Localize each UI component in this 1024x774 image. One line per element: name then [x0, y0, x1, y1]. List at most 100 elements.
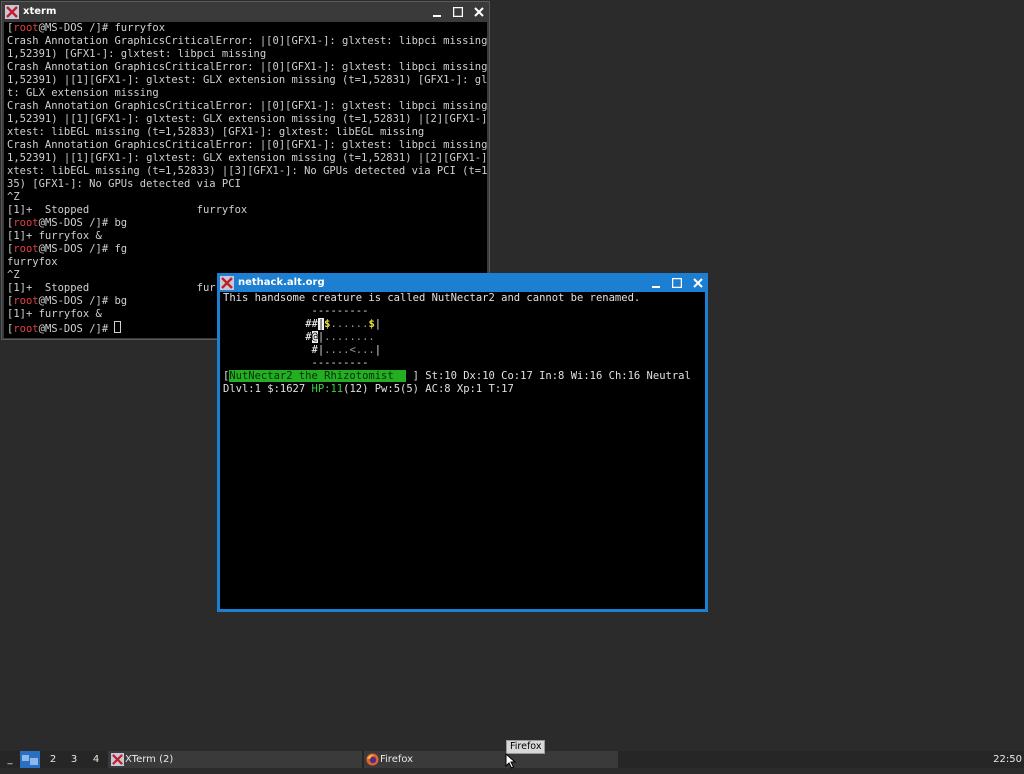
text-segment — [223, 331, 305, 343]
window-title: xterm — [23, 6, 57, 17]
text-segment: root — [13, 22, 39, 34]
firefox-icon — [366, 753, 379, 766]
text-segment: # — [305, 331, 312, 343]
terminal-line: [NutNectar2 the Rhizotomist ] St:10 Dx:1… — [223, 370, 705, 383]
terminal-line: --------- — [223, 357, 705, 370]
maximize-icon — [671, 277, 682, 288]
nethack-game-screen[interactable]: This handsome creature is called NutNect… — [220, 292, 705, 609]
xterm-titlebar[interactable]: xterm — [2, 2, 489, 21]
terminal-line: [1]+ Stopped furryfox — [7, 204, 487, 217]
x-logo-icon — [111, 753, 124, 766]
text-segment — [223, 344, 312, 356]
text-segment: root — [13, 323, 39, 335]
text-segment: 1,52391) |[1][GFX1-]: glxtest: GLX exten… — [7, 74, 487, 86]
terminal-line: Crash Annotation GraphicsCriticalError: … — [7, 100, 487, 113]
text-segment: (12) Pw:5(5) AC:8 Xp:1 T:17 — [343, 383, 514, 395]
terminal-line: xtest: libEGL missing (t=1,52833) [GFX1-… — [7, 126, 487, 139]
terminal-line: [root@MS-DOS /]# fg — [7, 243, 487, 256]
terminal-line: --------- — [223, 305, 705, 318]
text-segment — [223, 318, 305, 330]
text-segment: Crash Annotation GraphicsCriticalError: … — [7, 35, 487, 47]
text-segment: Dlvl:1 $:1627 — [223, 383, 312, 395]
nethack-window[interactable]: nethack.alt.org This handsome creature i… — [217, 273, 708, 612]
minimize-icon — [651, 285, 660, 288]
text-segment: @MS-DOS /]# bg — [38, 295, 128, 307]
nethack-titlebar[interactable]: nethack.alt.org — [217, 273, 708, 292]
text-segment: root — [13, 217, 39, 229]
terminal-line: Crash Annotation GraphicsCriticalError: … — [7, 139, 487, 152]
text-segment: t: GLX extension missing — [7, 87, 159, 99]
clock[interactable]: 22:50 — [986, 751, 1022, 768]
minimize-button[interactable] — [426, 3, 447, 20]
terminal-line: ^Z — [7, 191, 487, 204]
task-xterm[interactable]: XTerm (2) — [108, 751, 362, 768]
text-cursor — [114, 321, 122, 333]
text-segment: --------- — [223, 357, 369, 369]
terminal-line: t: GLX extension missing — [7, 87, 487, 100]
terminal-line: #@|........ — [223, 331, 705, 344]
minimize-button[interactable] — [645, 274, 666, 291]
x-logo-icon — [220, 275, 234, 290]
task-label: Firefox — [380, 754, 414, 765]
terminal-line: 1,52391) |[1][GFX1-]: glxtest: GLX exten… — [7, 74, 487, 87]
x-logo-icon — [5, 4, 19, 19]
terminal-line: [1]+ furryfox & — [7, 230, 487, 243]
window-title: nethack.alt.org — [238, 277, 325, 288]
text-segment: [1]+ Stopped furryfox — [7, 204, 248, 216]
close-button[interactable] — [687, 274, 708, 291]
minimize-icon — [432, 14, 441, 17]
text-segment: Crash Annotation GraphicsCriticalError: … — [7, 100, 487, 112]
text-segment: HP:11 — [311, 383, 344, 395]
text-segment: @MS-DOS /]# bg — [38, 217, 128, 229]
text-segment: furryfox — [7, 256, 58, 268]
terminal-line: Crash Annotation GraphicsCriticalError: … — [7, 35, 487, 48]
text-segment: ....<... — [324, 344, 375, 356]
terminal-line: 1,52391) |[1][GFX1-]: glxtest: GLX exten… — [7, 152, 487, 165]
workspace-1-button[interactable] — [20, 751, 40, 768]
menu-button[interactable]: _ — [3, 751, 17, 768]
text-segment: 1,52391) [GFX1-]: glxtest: libpci missin… — [7, 48, 267, 60]
text-segment: --------- — [223, 305, 369, 317]
terminal-line: furryfox — [7, 256, 487, 269]
workspace-pager-icon — [22, 755, 38, 765]
workspace-4-button[interactable]: 4 — [86, 751, 106, 768]
terminal-line: 1,52391) |[1][GFX1-]: glxtest: GLX exten… — [7, 113, 487, 126]
text-segment: xtest: libEGL missing (t=1,52833) |[3][G… — [7, 165, 487, 177]
text-segment: Crash Annotation GraphicsCriticalError: … — [7, 61, 487, 73]
terminal-line: xtest: libEGL missing (t=1,52833) |[3][G… — [7, 165, 487, 178]
text-segment: [1]+ furryfox & — [7, 308, 102, 320]
text-segment: 1,52391) |[1][GFX1-]: glxtest: GLX exten… — [7, 113, 487, 125]
maximize-button[interactable] — [666, 274, 687, 291]
text-segment: NutNectar2 the Rhizotomist — [229, 370, 407, 382]
text-segment: ........ — [324, 331, 375, 343]
text-segment: ...... — [330, 318, 369, 330]
text-segment: root — [13, 243, 39, 255]
mouse-pointer-icon — [505, 753, 517, 769]
text-segment: ^Z — [7, 269, 20, 281]
text-segment: @MS-DOS /]# fg — [38, 243, 128, 255]
close-icon — [473, 6, 484, 17]
text-segment: Crash Annotation GraphicsCriticalError: … — [7, 139, 487, 151]
terminal-line: ##|$......$| — [223, 318, 705, 331]
text-segment: | — [374, 318, 382, 330]
close-button[interactable] — [468, 3, 489, 20]
close-icon — [692, 277, 703, 288]
text-segment: @MS-DOS /]# furryfox — [38, 22, 166, 34]
text-segment: | — [374, 344, 382, 356]
terminal-line: Dlvl:1 $:1627 HP:11(12) Pw:5(5) AC:8 Xp:… — [223, 383, 705, 396]
text-segment: 1,52391) |[1][GFX1-]: glxtest: GLX exten… — [7, 152, 487, 164]
text-segment: This handsome creature is called NutNect… — [223, 292, 641, 304]
text-segment: ## — [305, 318, 318, 330]
terminal-line: 1,52391) [GFX1-]: glxtest: libpci missin… — [7, 48, 487, 61]
text-segment: [1]+ Stopped furryfox — [7, 282, 248, 294]
terminal-line: [root@MS-DOS /]# bg — [7, 217, 487, 230]
maximize-button[interactable] — [447, 3, 468, 20]
terminal-line: This handsome creature is called NutNect… — [223, 292, 705, 305]
workspace-2-button[interactable]: 2 — [43, 751, 63, 768]
workspace-3-button[interactable]: 3 — [64, 751, 84, 768]
text-segment: 35) [GFX1-]: No GPUs detected via PCI — [7, 178, 241, 190]
text-segment: root — [13, 295, 39, 307]
terminal-line: 35) [GFX1-]: No GPUs detected via PCI — [7, 178, 487, 191]
tooltip: Firefox — [506, 740, 546, 754]
task-firefox[interactable]: Firefox — [364, 751, 618, 768]
